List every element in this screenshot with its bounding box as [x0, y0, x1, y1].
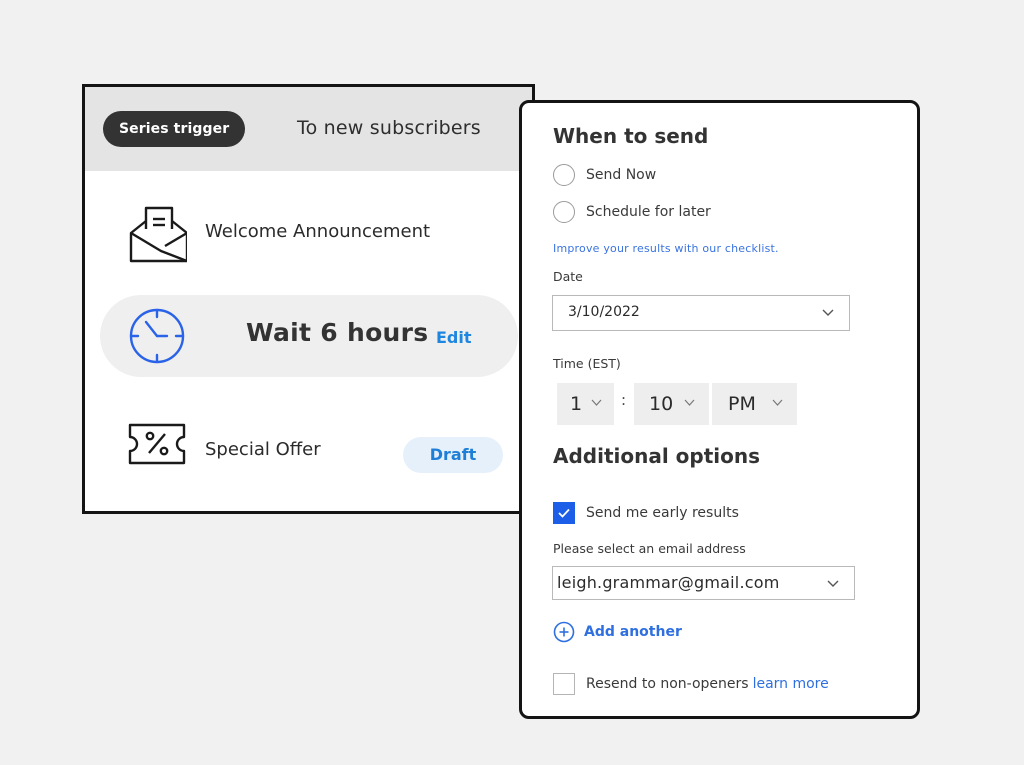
date-select[interactable]: 3/10/2022 [552, 295, 850, 331]
plus-circle-icon [553, 621, 575, 643]
learn-more-link[interactable]: learn more [753, 676, 829, 692]
when-to-send-heading: When to send [553, 124, 709, 148]
add-another-label: Add another [584, 624, 682, 640]
hour-select[interactable]: 1 [557, 383, 614, 425]
edit-wait-button[interactable]: Edit [436, 328, 472, 347]
clock-icon [128, 307, 186, 369]
time-label: Time (EST) [553, 356, 621, 371]
resend-checkbox[interactable] [553, 673, 575, 695]
step-special-offer[interactable]: Special Offer Draft [85, 417, 532, 477]
checklist-link[interactable]: Improve your results with our checklist. [553, 242, 779, 255]
draft-status-badge[interactable]: Draft [403, 437, 503, 473]
step-label: Special Offer [205, 439, 321, 460]
hour-value: 1 [570, 393, 583, 415]
schedule-panel: When to send Send Now Schedule for later… [519, 100, 920, 719]
am-pm-value: PM [728, 393, 756, 415]
resend-label: Resend to non-openers learn more [586, 676, 829, 692]
early-results-option[interactable]: Send me early results [553, 502, 739, 524]
time-separator: : [621, 391, 627, 409]
early-results-checkbox[interactable] [553, 502, 575, 524]
email-label: Please select an email address [553, 541, 746, 556]
series-workflow-panel: Series trigger To new subscribers Welcom… [82, 84, 535, 514]
chevron-down-icon [827, 580, 839, 587]
am-pm-select[interactable]: PM [712, 383, 797, 425]
chevron-down-icon [591, 399, 602, 406]
additional-options-heading: Additional options [553, 444, 761, 468]
early-results-label: Send me early results [586, 505, 739, 521]
series-trigger-badge: Series trigger [103, 111, 246, 147]
send-now-label: Send Now [586, 167, 657, 183]
schedule-later-option[interactable]: Schedule for later [553, 201, 711, 223]
coupon-percent-icon [127, 421, 187, 471]
series-header: Series trigger To new subscribers [85, 87, 532, 171]
checkmark-icon [558, 508, 570, 518]
resend-text: Resend to non-openers [586, 676, 749, 692]
resend-option[interactable]: Resend to non-openers learn more [553, 673, 829, 695]
minute-select[interactable]: 10 [634, 383, 709, 425]
envelope-open-icon [127, 203, 189, 267]
step-wait-delay[interactable]: Wait 6 hours Edit [100, 295, 518, 377]
send-now-option[interactable]: Send Now [553, 164, 656, 186]
email-select[interactable]: leigh.grammar@gmail.com [552, 566, 855, 600]
minute-value: 10 [649, 393, 674, 415]
chevron-down-icon [684, 399, 695, 406]
date-label: Date [553, 269, 583, 284]
schedule-later-radio[interactable] [553, 201, 575, 223]
add-another-button[interactable]: Add another [553, 621, 682, 643]
email-value: leigh.grammar@gmail.com [557, 573, 780, 592]
date-value: 3/10/2022 [568, 304, 640, 320]
chevron-down-icon [772, 399, 783, 406]
trigger-audience: To new subscribers [297, 117, 481, 139]
step-welcome-announcement[interactable]: Welcome Announcement [85, 197, 532, 267]
schedule-later-label: Schedule for later [586, 204, 711, 220]
send-now-radio[interactable] [553, 164, 575, 186]
chevron-down-icon [822, 309, 834, 316]
wait-duration: Wait 6 hours [246, 318, 429, 347]
step-label: Welcome Announcement [205, 221, 431, 242]
